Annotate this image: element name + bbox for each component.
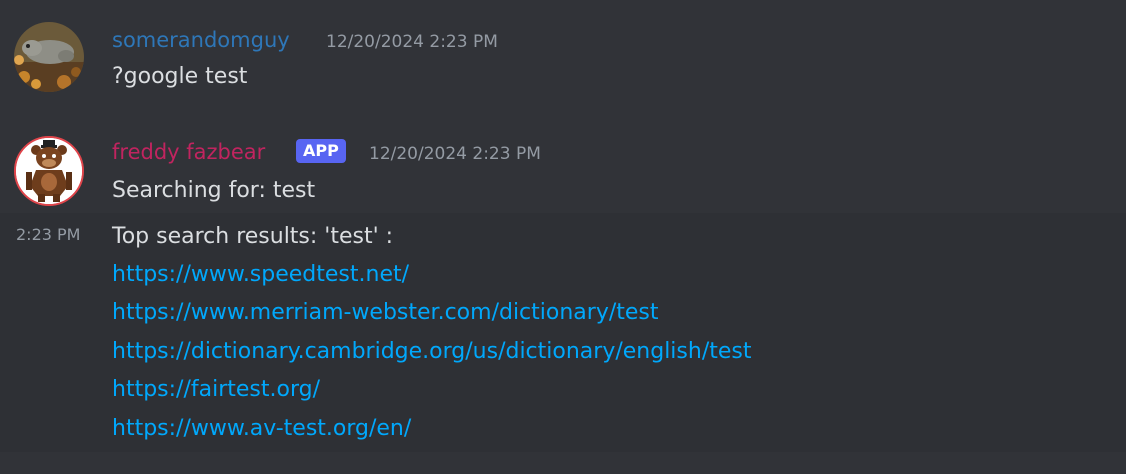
animal-photo-icon [14, 22, 84, 92]
message-timestamp[interactable]: 12/20/2024 2:23 PM [326, 29, 498, 55]
username[interactable]: somerandomguy [112, 27, 290, 53]
result-link[interactable]: https://dictionary.cambridge.org/us/dict… [112, 337, 751, 367]
message-content: ?google test [112, 64, 248, 89]
hover-timestamp[interactable]: 2:23 PM [16, 222, 80, 248]
result-link[interactable]: https://fairtest.org/ [112, 375, 320, 405]
result-link[interactable]: https://www.merriam-webster.com/dictiona… [112, 298, 659, 328]
avatar-somerandomguy[interactable] [14, 22, 84, 92]
message-content: Searching for: test [112, 178, 316, 203]
message-somerandomguy[interactable]: somerandomguy 12/20/2024 2:23 PM ?google… [0, 0, 1126, 110]
result-link[interactable]: https://www.speedtest.net/ [112, 260, 409, 290]
app-badge: APP [296, 139, 346, 163]
bear-animatronic-icon [16, 138, 82, 204]
username[interactable]: freddy fazbear [112, 139, 265, 165]
chat-message-list: somerandomguy 12/20/2024 2:23 PM ?google… [0, 0, 1126, 474]
avatar-freddy-fazbear[interactable] [14, 136, 84, 206]
result-link[interactable]: https://www.av-test.org/en/ [112, 414, 411, 444]
message-timestamp[interactable]: 12/20/2024 2:23 PM [369, 141, 541, 167]
search-results-heading: Top search results: 'test' : [112, 224, 394, 249]
